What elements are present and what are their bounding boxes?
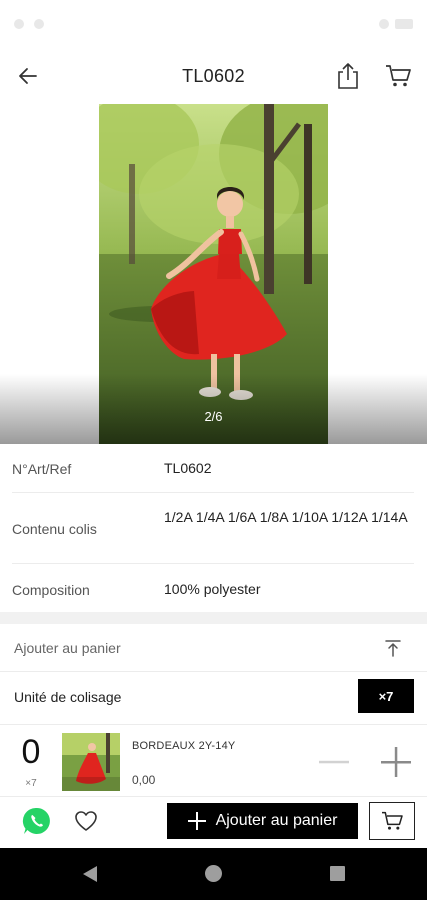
status-left bbox=[14, 19, 44, 29]
packing-unit-row: Unité de colisage ×7 bbox=[0, 672, 427, 722]
plus-icon bbox=[187, 812, 206, 830]
increase-quantity-button[interactable] bbox=[377, 744, 415, 780]
section-divider bbox=[0, 612, 427, 624]
detail-value: 100% polyester bbox=[164, 581, 261, 597]
whatsapp-icon bbox=[22, 807, 50, 834]
system-navigation-bar bbox=[0, 848, 427, 900]
variant-thumbnail[interactable] bbox=[62, 733, 120, 791]
status-right bbox=[379, 19, 413, 29]
detail-value: TL0602 bbox=[164, 460, 212, 476]
gallery-shade-left bbox=[0, 374, 99, 444]
cart-icon bbox=[382, 811, 403, 830]
notification-icon bbox=[34, 19, 44, 29]
add-section-label: Ajouter au panier bbox=[14, 640, 121, 656]
cart-button[interactable] bbox=[382, 60, 414, 92]
product-photo-image bbox=[99, 104, 328, 444]
nav-back-icon[interactable] bbox=[82, 865, 98, 883]
battery-icon bbox=[395, 19, 413, 29]
share-button[interactable] bbox=[332, 59, 364, 93]
product-gallery[interactable]: 2/6 bbox=[0, 104, 427, 444]
signal-icon bbox=[379, 19, 389, 29]
gallery-shade-right bbox=[328, 374, 427, 444]
status-indicator-icon bbox=[14, 19, 24, 29]
detail-label: Composition bbox=[12, 582, 90, 598]
share-icon bbox=[338, 63, 358, 89]
whatsapp-button[interactable] bbox=[22, 806, 52, 836]
bottom-action-bar: Ajouter au panier bbox=[0, 796, 427, 848]
quantity-multiplier: ×7 bbox=[25, 778, 37, 789]
detail-row-package-content: Contenu colis 1/2A 1/4A 1/6A 1/8A 1/10A … bbox=[12, 493, 414, 564]
variant-thumbnail-image bbox=[62, 733, 120, 791]
status-bar bbox=[0, 0, 427, 48]
product-photo[interactable] bbox=[99, 104, 328, 444]
quantity-value: 0 bbox=[21, 733, 41, 771]
detail-value: 1/2A 1/4A 1/6A 1/8A 1/10A 1/12A 1/14A bbox=[164, 509, 408, 525]
packing-unit-badge[interactable]: ×7 bbox=[358, 679, 414, 713]
heart-icon bbox=[75, 811, 97, 831]
photo-counter: 2/6 bbox=[204, 409, 223, 424]
variant-row: 0 ×7 BORDEAUX 2Y-14Y 0,00 bbox=[0, 724, 427, 796]
add-to-cart-button[interactable]: Ajouter au panier bbox=[167, 803, 358, 839]
add-to-cart-label: Ajouter au panier bbox=[215, 812, 338, 829]
nav-home-icon[interactable] bbox=[205, 865, 222, 882]
app-header: TL0602 bbox=[0, 48, 427, 104]
cart-icon bbox=[386, 65, 411, 87]
detail-label: N°Art/Ref bbox=[12, 461, 72, 477]
add-to-cart-section-header[interactable]: Ajouter au panier bbox=[0, 624, 427, 672]
collapse-top-icon bbox=[385, 640, 401, 657]
detail-row-composition: Composition 100% polyester bbox=[12, 564, 414, 612]
nav-recents-icon[interactable] bbox=[330, 866, 345, 881]
minus-icon bbox=[319, 760, 349, 764]
packing-unit-label: Unité de colisage bbox=[14, 689, 122, 705]
detail-row-reference: N°Art/Ref TL0602 bbox=[12, 444, 414, 493]
collapse-top-button[interactable] bbox=[381, 637, 405, 659]
detail-label: Contenu colis bbox=[12, 521, 97, 537]
variant-price: 0,00 bbox=[132, 773, 156, 787]
variant-name: BORDEAUX 2Y-14Y bbox=[132, 740, 236, 752]
view-cart-button[interactable] bbox=[369, 802, 415, 840]
plus-icon bbox=[381, 747, 411, 777]
favorite-button[interactable] bbox=[72, 807, 100, 835]
decrease-quantity-button[interactable] bbox=[316, 747, 352, 777]
